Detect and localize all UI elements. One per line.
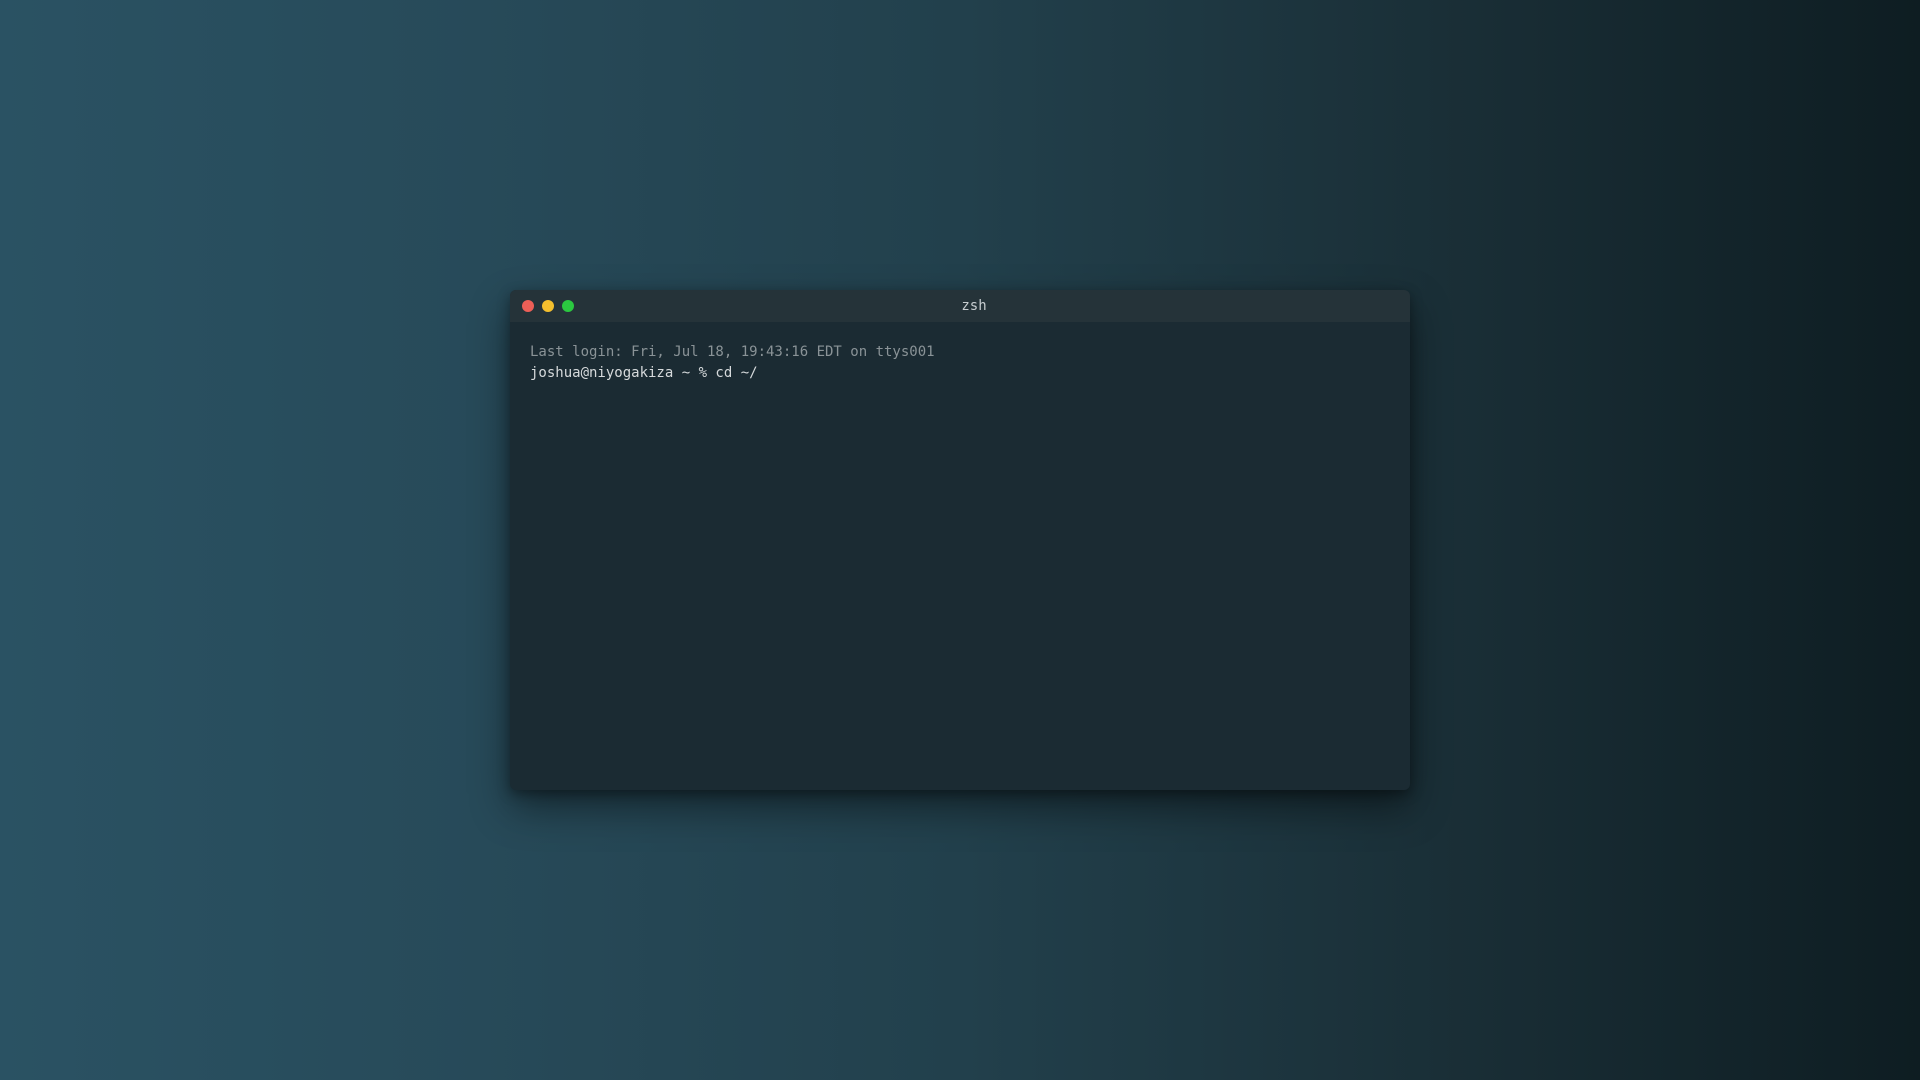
- prompt-line: joshua@niyogakiza ~ % cd ~/: [530, 365, 758, 381]
- last-login-line: Last login: Fri, Jul 18, 19:43:16 EDT on…: [530, 344, 935, 360]
- terminal-window[interactable]: zsh Last login: Fri, Jul 18, 19:43:16 ED…: [510, 290, 1410, 790]
- title-bar[interactable]: zsh: [510, 290, 1410, 322]
- window-title: zsh: [961, 298, 987, 314]
- terminal-output[interactable]: Last login: Fri, Jul 18, 19:43:16 EDT on…: [510, 322, 1410, 404]
